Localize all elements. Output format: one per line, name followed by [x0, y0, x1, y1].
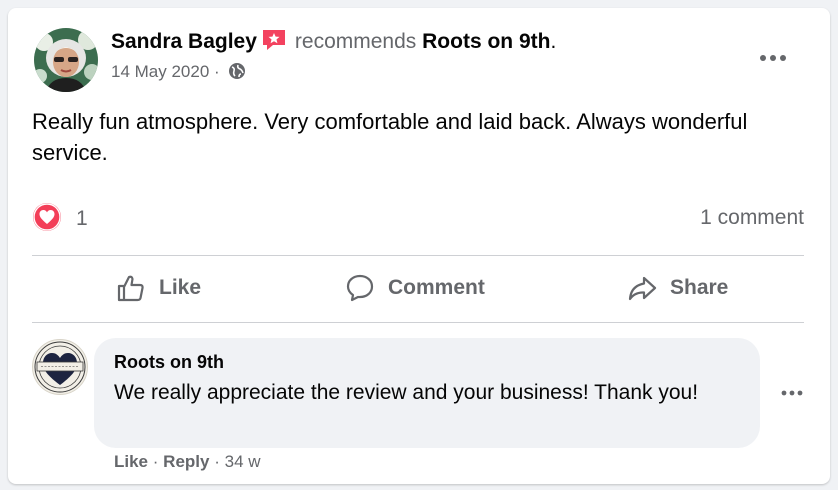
divider-top: [32, 255, 804, 256]
recommended-page-link[interactable]: Roots on 9th: [422, 30, 550, 53]
post-card: Sandra Bagley recommends Roots on 9th. 14…: [8, 8, 830, 484]
divider-bottom: [32, 322, 804, 323]
speech-bubble-icon: [346, 274, 374, 302]
post-meta: 14 May 2020 ·: [111, 60, 246, 87]
comment-count-link[interactable]: 1 comment: [700, 206, 804, 230]
meta-separator: ·: [214, 62, 220, 81]
comment-label: Comment: [388, 276, 485, 299]
post-date[interactable]: 14 May 2020: [111, 62, 209, 81]
recommend-badge-icon: [261, 28, 287, 60]
post-text: Really fun atmosphere. Very comfortable …: [32, 109, 748, 165]
share-label: Share: [670, 276, 729, 299]
comment-actions-separator: ·: [214, 452, 220, 471]
author-avatar[interactable]: [34, 28, 98, 92]
like-label: Like: [159, 276, 202, 299]
comment-actions: Like · Reply · 34 w: [114, 452, 261, 472]
more-horizontal-icon: [781, 390, 803, 396]
globe-icon[interactable]: [228, 62, 246, 87]
comment-actions-separator: ·: [152, 452, 159, 471]
thumbs-up-icon: [117, 275, 144, 302]
like-button[interactable]: Like: [115, 266, 201, 310]
comment-bubble: Roots on 9th We really appreciate the re…: [94, 338, 760, 448]
love-reaction-icon: [32, 202, 62, 237]
share-button[interactable]: Share: [626, 266, 728, 310]
comment-age[interactable]: 34 w: [225, 452, 261, 471]
commenter-avatar[interactable]: [32, 339, 88, 395]
comment-button[interactable]: Comment: [344, 266, 485, 310]
recommends-text: recommends: [294, 30, 417, 53]
commenter-name[interactable]: Roots on 9th: [114, 352, 224, 373]
comment-text: We really appreciate the review and your…: [114, 381, 699, 404]
share-arrow-icon: [628, 276, 657, 301]
reactions-summary[interactable]: 1: [32, 202, 88, 237]
header-period: .: [550, 30, 557, 53]
comment-reply-link[interactable]: Reply: [163, 452, 209, 471]
author-name[interactable]: Sandra Bagley: [111, 30, 257, 53]
reaction-count: 1: [76, 207, 88, 230]
comment-like-link[interactable]: Like: [114, 452, 148, 471]
comment-more-options-button[interactable]: [774, 375, 810, 411]
post-more-options-button[interactable]: [755, 40, 791, 76]
post-header: Sandra Bagley recommends Roots on 9th.: [111, 28, 556, 60]
more-horizontal-icon: [760, 55, 786, 61]
